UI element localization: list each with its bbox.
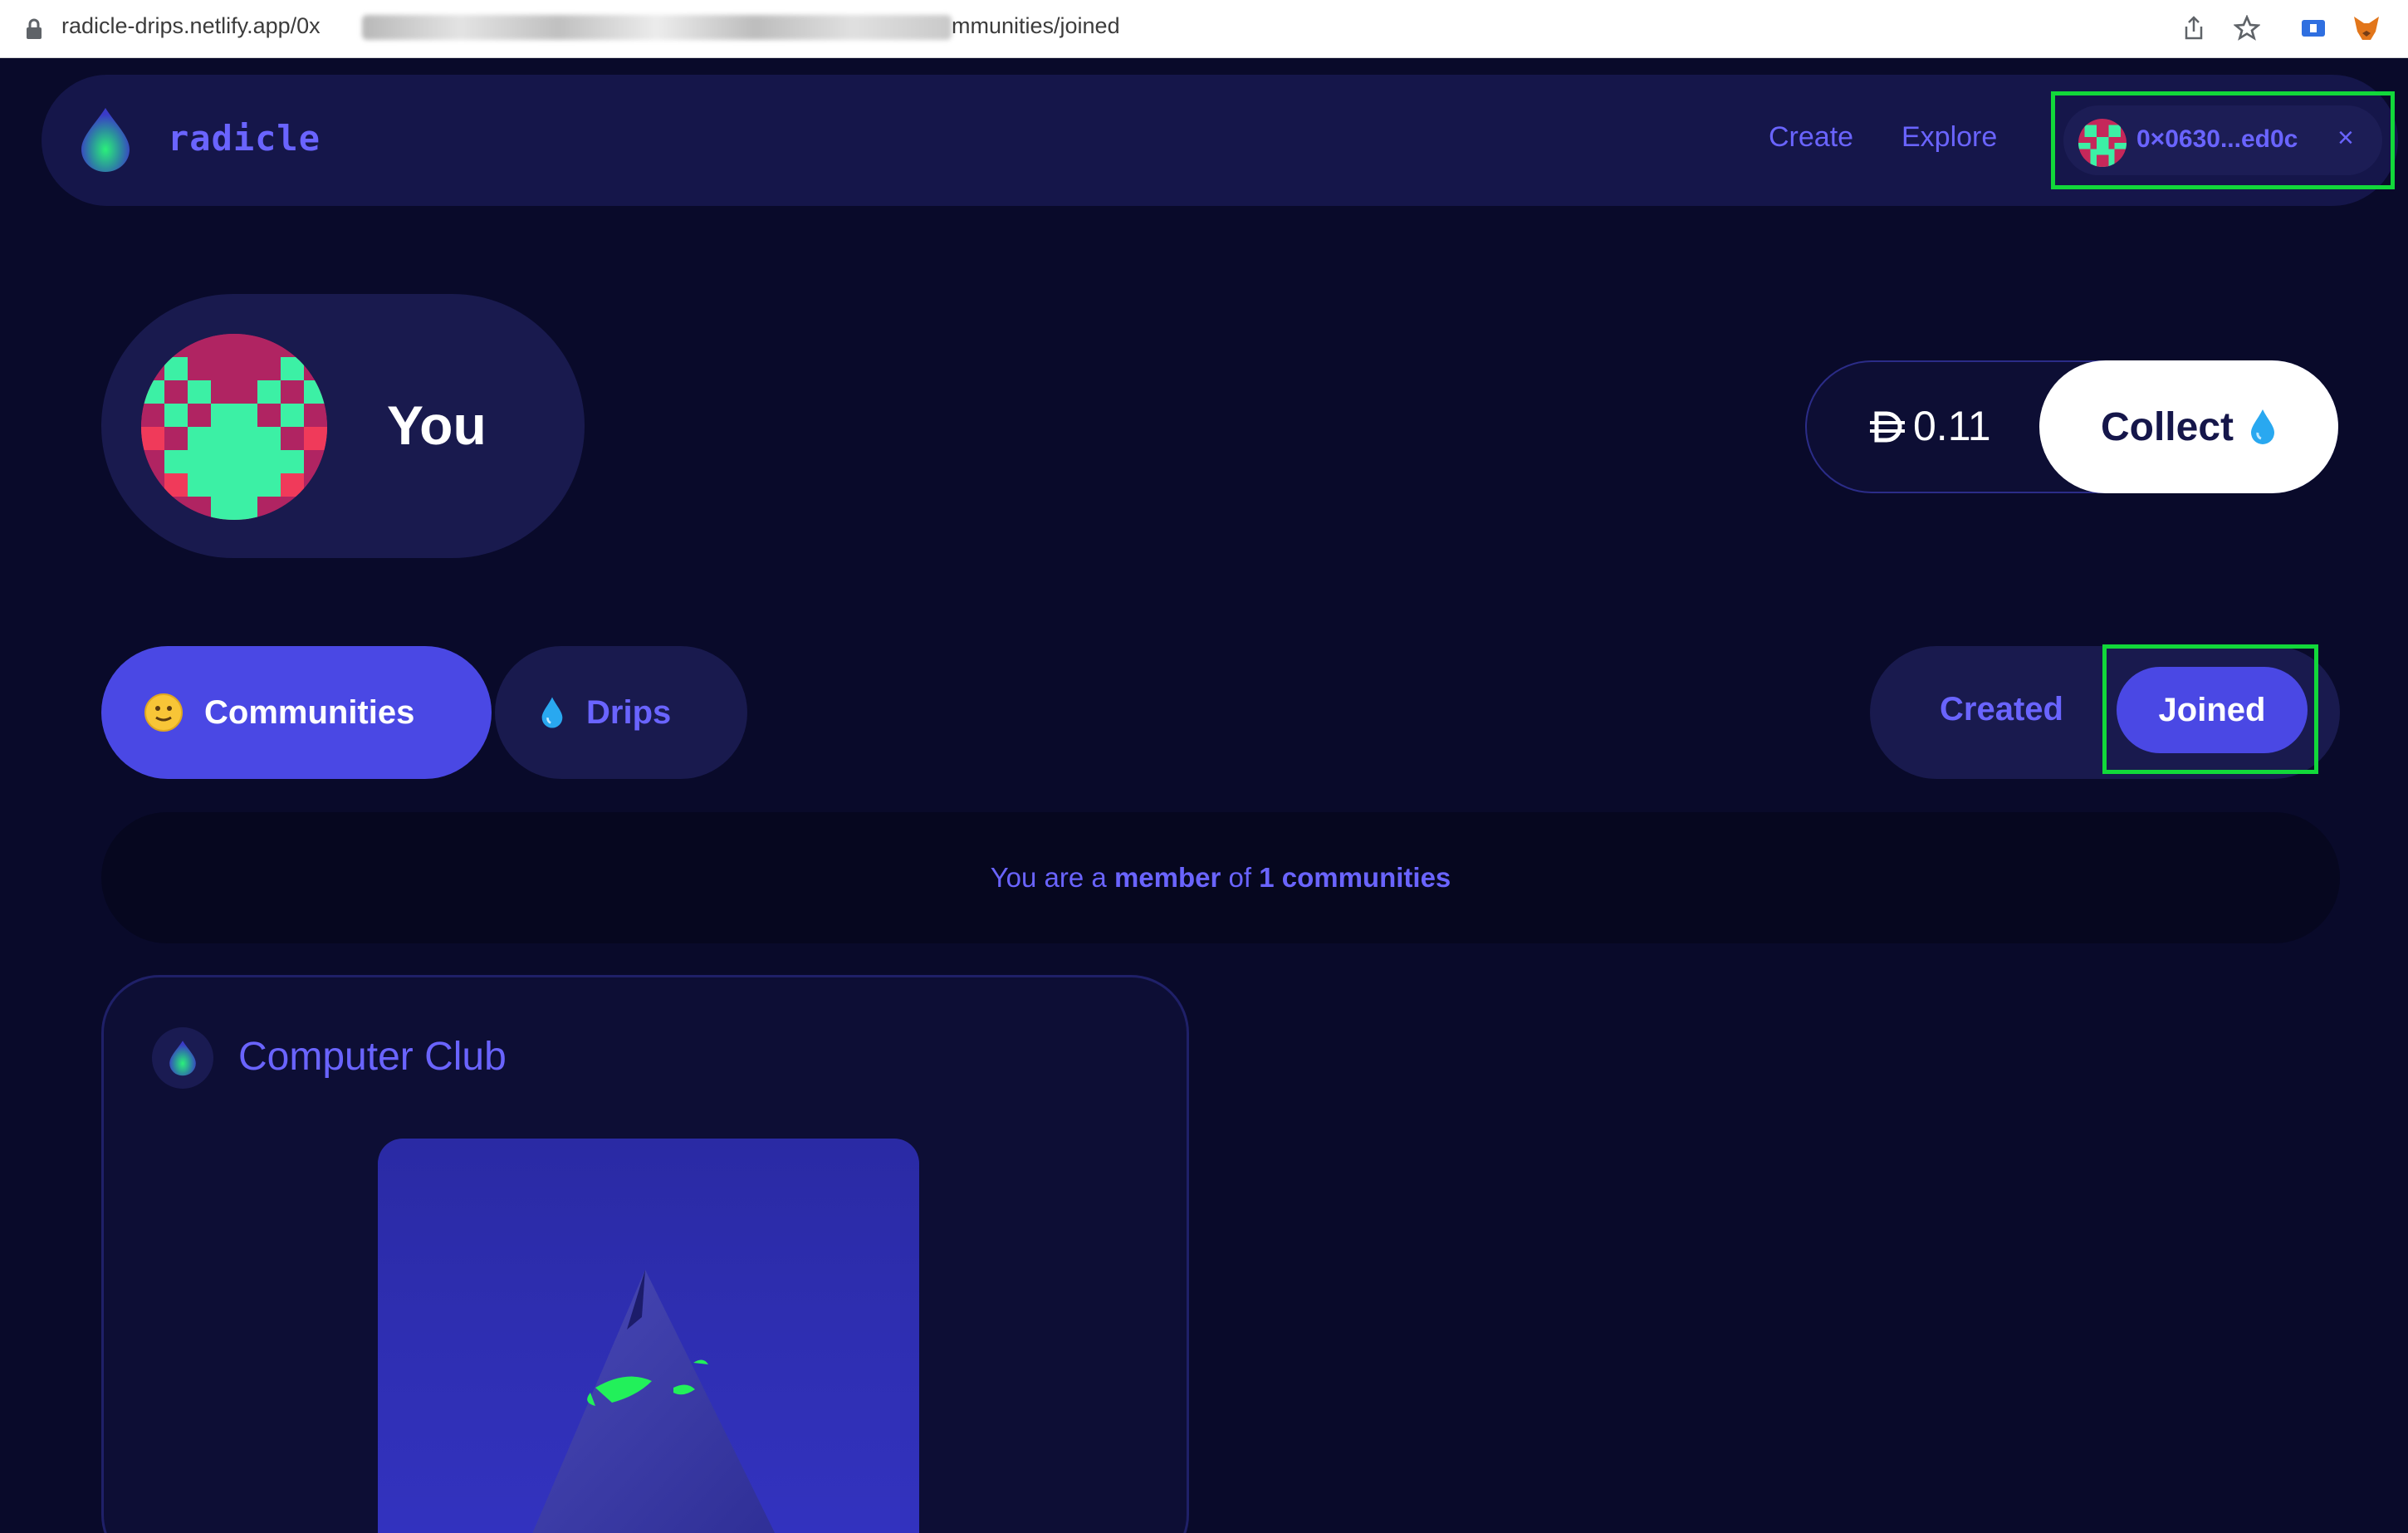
balance-value: 0.11 bbox=[1913, 403, 1991, 449]
bookmark-star-icon[interactable] bbox=[2230, 12, 2264, 45]
extension-icon[interactable] bbox=[2297, 12, 2330, 45]
nav-explore-link[interactable]: Explore bbox=[1901, 121, 1997, 154]
filter-joined-button[interactable]: Joined bbox=[2117, 667, 2308, 753]
profile-avatar bbox=[141, 334, 327, 520]
radicle-logo-text[interactable]: radicle bbox=[168, 118, 321, 159]
joined-highlight-box: Joined bbox=[2102, 644, 2318, 774]
nav-create-link[interactable]: Create bbox=[1769, 121, 1853, 154]
drop-icon bbox=[541, 697, 563, 728]
url-prefix: radicle-drips.netlify.app/0x bbox=[61, 13, 321, 38]
wallet-highlight-box: 0×0630...ed0c × bbox=[2051, 91, 2395, 189]
summary-text: You are a member of 1 communities bbox=[990, 862, 1451, 893]
profile-card: You bbox=[101, 294, 585, 558]
lock-icon bbox=[27, 18, 42, 39]
membership-summary: You are a member of 1 communities bbox=[101, 812, 2340, 943]
tab-communities[interactable]: Communities bbox=[101, 646, 492, 779]
filter-created-button[interactable]: Created bbox=[1940, 691, 2063, 728]
tab-communities-label: Communities bbox=[204, 693, 415, 731]
wallet-avatar bbox=[2078, 119, 2127, 167]
dai-currency-icon bbox=[1870, 411, 1905, 443]
radicle-drop-logo-icon[interactable] bbox=[78, 106, 133, 173]
community-name[interactable]: Computer Club bbox=[238, 1034, 507, 1080]
browser-address-bar[interactable]: radicle-drips.netlify.app/0x mmunities/j… bbox=[0, 0, 2408, 58]
tab-drips-label: Drips bbox=[586, 693, 672, 731]
community-card[interactable]: Computer Club bbox=[101, 975, 1189, 1533]
wallet-button[interactable]: 0×0630...ed0c × bbox=[2063, 105, 2382, 175]
profile-name: You bbox=[387, 394, 487, 456]
disconnect-close-icon[interactable]: × bbox=[2337, 122, 2354, 154]
smile-emoji-icon bbox=[144, 693, 183, 732]
share-icon[interactable] bbox=[2177, 12, 2210, 45]
wallet-address: 0×0630...ed0c bbox=[2136, 125, 2298, 153]
url-suffix: mmunities/joined bbox=[952, 13, 1120, 38]
community-artwork bbox=[378, 1139, 919, 1533]
app-header: radicle Create Explore 0×0630...ed0c × bbox=[42, 75, 2398, 206]
balance-amount: 0.11 bbox=[1868, 402, 1991, 450]
url-redacted bbox=[362, 15, 952, 40]
metamask-fox-icon[interactable] bbox=[2350, 12, 2383, 45]
tab-drips[interactable]: Drips bbox=[495, 646, 747, 779]
drop-icon bbox=[2251, 409, 2275, 444]
community-drop-icon bbox=[152, 1027, 213, 1089]
collect-label: Collect bbox=[2100, 404, 2234, 449]
collect-button[interactable]: Collect bbox=[2039, 360, 2338, 493]
